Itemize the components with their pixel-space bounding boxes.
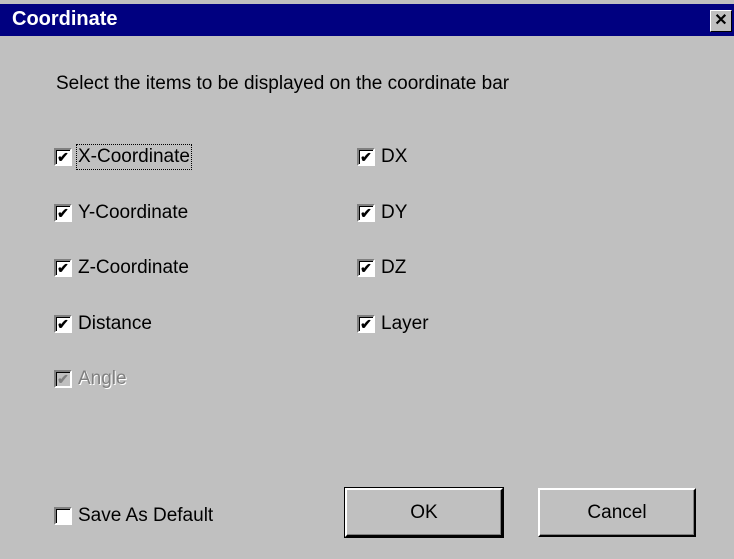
close-button[interactable]: ✕: [710, 10, 732, 32]
checkmark-icon[interactable]: ✔: [54, 315, 72, 333]
close-icon: ✕: [714, 12, 728, 29]
checkbox-x-coordinate[interactable]: ✔ X-Coordinate: [54, 144, 192, 170]
ok-button[interactable]: OK: [344, 487, 504, 538]
checkbox-z-coordinate[interactable]: ✔ Z-Coordinate: [54, 256, 189, 280]
checkbox-dx[interactable]: ✔ DX: [357, 145, 407, 169]
checkmark-icon[interactable]: ✔: [54, 204, 72, 222]
checkbox-y-coordinate[interactable]: ✔ Y-Coordinate: [54, 201, 188, 225]
checkbox-save-as-default[interactable]: Save As Default: [54, 504, 213, 528]
checkmark-icon[interactable]: ✔: [357, 204, 375, 222]
instruction-text: Select the items to be displayed on the …: [56, 73, 510, 94]
checkmark-icon: ✔: [54, 370, 72, 388]
checkbox-layer[interactable]: ✔ Layer: [357, 312, 429, 336]
checkbox-label: Save As Default: [78, 505, 214, 526]
checkbox-label: Layer: [381, 313, 429, 334]
checkmark-icon[interactable]: ✔: [54, 259, 72, 277]
window-title: Coordinate: [12, 8, 118, 30]
checkmark-icon[interactable]: ✔: [54, 148, 72, 166]
title-bar[interactable]: Coordinate ✕: [0, 4, 734, 36]
checkbox-empty[interactable]: [54, 507, 72, 525]
checkmark-icon[interactable]: ✔: [357, 148, 375, 166]
checkbox-label: X-Coordinate: [76, 144, 192, 170]
checkbox-label: Angle: [78, 368, 127, 389]
checkbox-label: DZ: [381, 257, 407, 278]
coordinate-dialog: Coordinate ✕ Select the items to be disp…: [0, 0, 734, 559]
checkbox-angle: ✔ Angle: [54, 367, 127, 391]
cancel-button[interactable]: Cancel: [538, 488, 696, 537]
checkbox-dz[interactable]: ✔ DZ: [357, 256, 406, 280]
checkbox-label: DY: [381, 202, 408, 223]
checkbox-dy[interactable]: ✔ DY: [357, 201, 407, 225]
checkbox-label: Z-Coordinate: [78, 257, 189, 278]
checkmark-icon[interactable]: ✔: [357, 315, 375, 333]
checkbox-label: DX: [381, 146, 408, 167]
checkbox-label: Distance: [78, 313, 152, 334]
checkbox-distance[interactable]: ✔ Distance: [54, 312, 152, 336]
checkbox-label: Y-Coordinate: [78, 202, 189, 223]
checkmark-icon[interactable]: ✔: [357, 259, 375, 277]
